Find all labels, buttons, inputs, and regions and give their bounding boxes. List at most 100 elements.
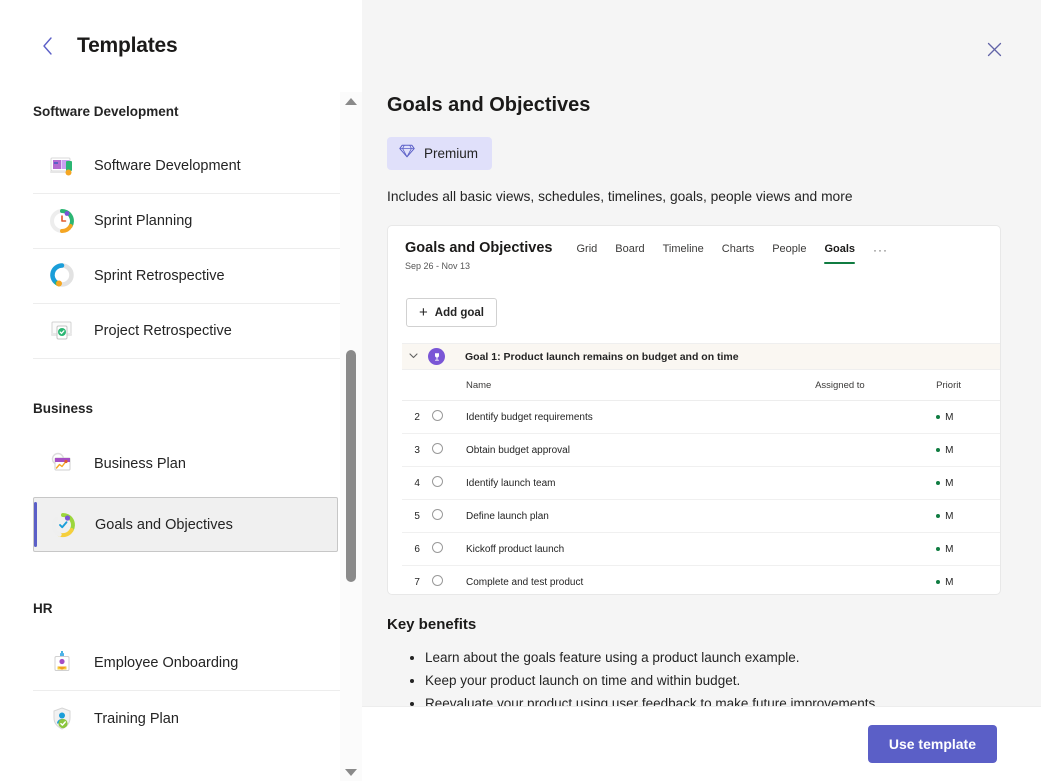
task-complete-toggle[interactable] [432,500,462,533]
task-assigned-to [815,566,936,596]
training-plan-icon [47,704,77,734]
sidebar-item-label: Business Plan [94,456,186,472]
task-name: Identify launch team [462,467,815,500]
row-number: 5 [402,500,432,533]
table-row[interactable]: 5 Define launch plan M [402,500,1001,533]
detail-title: Goals and Objectives [387,94,1001,117]
task-complete-toggle[interactable] [432,467,462,500]
goal-group-row[interactable]: Goal 1: Product launch remains on budget… [402,343,1000,370]
sidebar-item-sprint-planning[interactable]: Sprint Planning [33,194,340,249]
circle-icon[interactable] [432,575,443,586]
task-name: Complete and test product [462,566,815,596]
sidebar-item-business-plan[interactable]: Business Plan [33,436,340,491]
software-development-icon [47,151,77,181]
group-title-software-development: Software Development [0,92,340,119]
preview-date-range: Sep 26 - Nov 13 [405,261,552,271]
priority-dot-icon [936,415,940,419]
table-row[interactable]: 7 Complete and test product M [402,566,1001,596]
goal-row-label: Goal 1: Product launch remains on budget… [465,351,739,363]
tab-board[interactable]: Board [615,243,644,264]
row-number: 6 [402,533,432,566]
group-title-business: Business [0,389,340,416]
triangle-up-icon[interactable] [340,92,362,110]
table-header-row: Name Assigned to Priorit [402,370,1001,401]
chevron-left-icon[interactable] [34,33,60,59]
table-row[interactable]: 6 Kickoff product launch M [402,533,1001,566]
column-header-number [402,370,432,401]
priority-label: M [945,511,953,522]
goal-tasks-table: Name Assigned to Priorit 2 Identify budg… [402,370,1001,595]
sidebar-item-employee-onboarding[interactable]: Employee Onboarding [33,636,340,691]
sidebar-item-training-plan[interactable]: Training Plan [33,691,340,746]
tab-grid[interactable]: Grid [576,243,597,264]
templates-dialog: Templates Software Development [0,0,1041,781]
circle-icon[interactable] [432,476,443,487]
task-priority: M [936,467,1001,500]
sidebar-scrollbar[interactable] [340,92,362,781]
sidebar-item-label: Project Retrospective [94,323,232,339]
sidebar-item-software-development[interactable]: Software Development [33,139,340,194]
column-header-name: Name [462,370,815,401]
task-assigned-to [815,500,936,533]
plus-icon: + [419,305,428,320]
row-number: 3 [402,434,432,467]
task-priority: M [936,401,1001,434]
chevron-down-icon[interactable] [409,351,418,362]
circle-icon[interactable] [432,443,443,454]
circle-icon[interactable] [432,509,443,520]
sidebar-item-label: Employee Onboarding [94,655,238,671]
tab-charts[interactable]: Charts [722,243,754,264]
sidebar-item-label: Software Development [94,158,241,174]
sprint-retrospective-icon [47,261,77,291]
key-benefits-heading: Key benefits [387,616,1001,633]
task-complete-toggle[interactable] [432,566,462,596]
tab-timeline[interactable]: Timeline [663,243,704,264]
tab-people[interactable]: People [772,243,806,264]
priority-label: M [945,544,953,555]
circle-icon[interactable] [432,410,443,421]
triangle-down-icon[interactable] [340,763,362,781]
row-number: 2 [402,401,432,434]
task-assigned-to [815,401,936,434]
use-template-button[interactable]: Use template [868,725,997,763]
diamond-icon [399,144,415,163]
priority-dot-icon [936,547,940,551]
sidebar-item-label: Training Plan [94,711,179,727]
sidebar-item-project-retrospective[interactable]: Project Retrospective [33,304,340,359]
employee-onboarding-icon [47,648,77,678]
column-header-priority: Priorit [936,370,1001,401]
task-name: Obtain budget approval [462,434,815,467]
priority-label: M [945,412,953,423]
project-retrospective-icon [47,316,77,346]
status-badge[interactable]: Premium [387,137,492,170]
sidebar-item-label: Sprint Retrospective [94,268,225,284]
add-goal-button[interactable]: + Add goal [406,298,497,327]
template-detail-panel: Goals and Objectives Premium Includes al… [362,0,1041,781]
circle-icon[interactable] [432,542,443,553]
table-row[interactable]: 2 Identify budget requirements M [402,401,1001,434]
more-options-icon[interactable]: ··· [873,243,888,257]
trophy-icon [428,348,445,365]
sidebar-header: Templates [0,0,362,92]
priority-label: M [945,478,953,489]
add-goal-label: Add goal [435,307,484,319]
task-complete-toggle[interactable] [432,533,462,566]
scrollbar-thumb[interactable] [346,350,356,582]
task-priority: M [936,434,1001,467]
priority-label: M [945,445,953,456]
sidebar-item-sprint-retrospective[interactable]: Sprint Retrospective [33,249,340,304]
table-row[interactable]: 3 Obtain budget approval M [402,434,1001,467]
templates-sidebar: Templates Software Development [0,0,362,781]
row-number: 4 [402,467,432,500]
task-name: Kickoff product launch [462,533,815,566]
preview-tabs: Grid Board Timeline Charts People Goals … [576,243,888,264]
table-row[interactable]: 4 Identify launch team M [402,467,1001,500]
task-priority: M [936,500,1001,533]
sidebar-item-goals-and-objectives[interactable]: Goals and Objectives [33,497,338,552]
task-name: Identify budget requirements [462,401,815,434]
task-complete-toggle[interactable] [432,434,462,467]
task-assigned-to [815,467,936,500]
priority-dot-icon [936,448,940,452]
task-complete-toggle[interactable] [432,401,462,434]
tab-goals[interactable]: Goals [824,243,855,264]
